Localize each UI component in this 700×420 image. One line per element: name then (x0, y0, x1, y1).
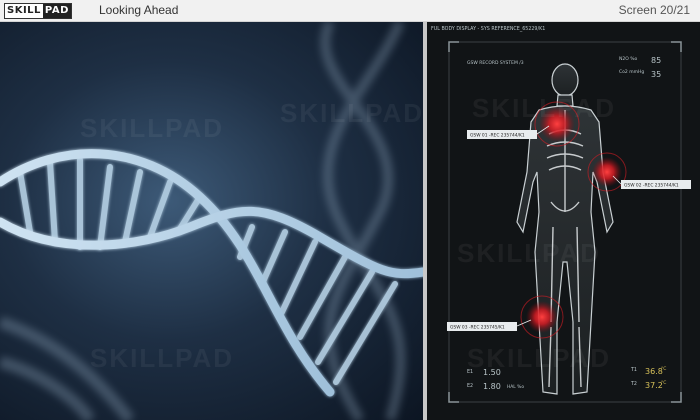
injury-marker-hip (592, 157, 622, 187)
bottom-right-readouts: T1 36.8 °C T2 37.2 °C (630, 366, 666, 390)
system-label: GSW RECORD SYSTEM /3 (467, 60, 524, 66)
page-title: Looking Ahead (99, 3, 179, 17)
watermark: SKILLPAD (467, 343, 611, 373)
readout-value: 85 (651, 56, 661, 65)
watermark: SKILLPAD (80, 113, 224, 143)
watermark: SKILLPAD (280, 98, 423, 128)
readout-label: T1 (630, 367, 637, 373)
readout-label: Co2 mmHg (619, 69, 644, 75)
body-scan-illustration: FUL BODY DISPLAY - SYS REFERENCE_65229/K… (431, 26, 691, 403)
skillpad-logo: SKILL PAD (4, 3, 72, 19)
callout-text: GSW 01 -REC 235744/K1 (470, 133, 525, 139)
readout-label: N2O %o (619, 56, 637, 62)
callout-3: GSW 03 -REC 235745/K1 (447, 319, 532, 331)
display-title: FUL BODY DISPLAY - SYS REFERENCE_65229/K… (431, 26, 545, 32)
callout-text: GSW 03 -REC 235745/K1 (450, 325, 505, 331)
readout-extra: HAL %o (507, 384, 524, 390)
callout-text: GSW 02 -REC 235744/K1 (624, 183, 679, 189)
readout-label: E2 (467, 383, 473, 389)
top-readouts: N2O %o 85 Co2 mmHg 35 (619, 56, 661, 79)
watermark: SKILLPAD (472, 93, 616, 123)
watermark: SKILLPAD (90, 343, 234, 373)
readout-label: T2 (630, 381, 637, 387)
body-scan-display: FUL BODY DISPLAY - SYS REFERENCE_65229/K… (427, 22, 700, 420)
logo-right-text: PAD (42, 4, 71, 18)
temperature-unit: °C (661, 380, 666, 386)
screen-counter: Screen 20/21 (618, 3, 690, 17)
dna-helix-illustration: SKILLPAD SKILLPAD SKILLPAD (0, 22, 423, 420)
temperature-unit: °C (661, 366, 666, 372)
readout-value: 1.80 (483, 382, 501, 391)
injury-marker-leg (526, 301, 558, 333)
watermark: SKILLPAD (457, 238, 601, 268)
top-bar: SKILL PAD Looking Ahead Screen 20/21 (0, 0, 700, 22)
readout-value: 35 (651, 70, 661, 79)
dna-helix-image: SKILLPAD SKILLPAD SKILLPAD (0, 22, 423, 420)
logo-left-text: SKILL (5, 4, 43, 18)
